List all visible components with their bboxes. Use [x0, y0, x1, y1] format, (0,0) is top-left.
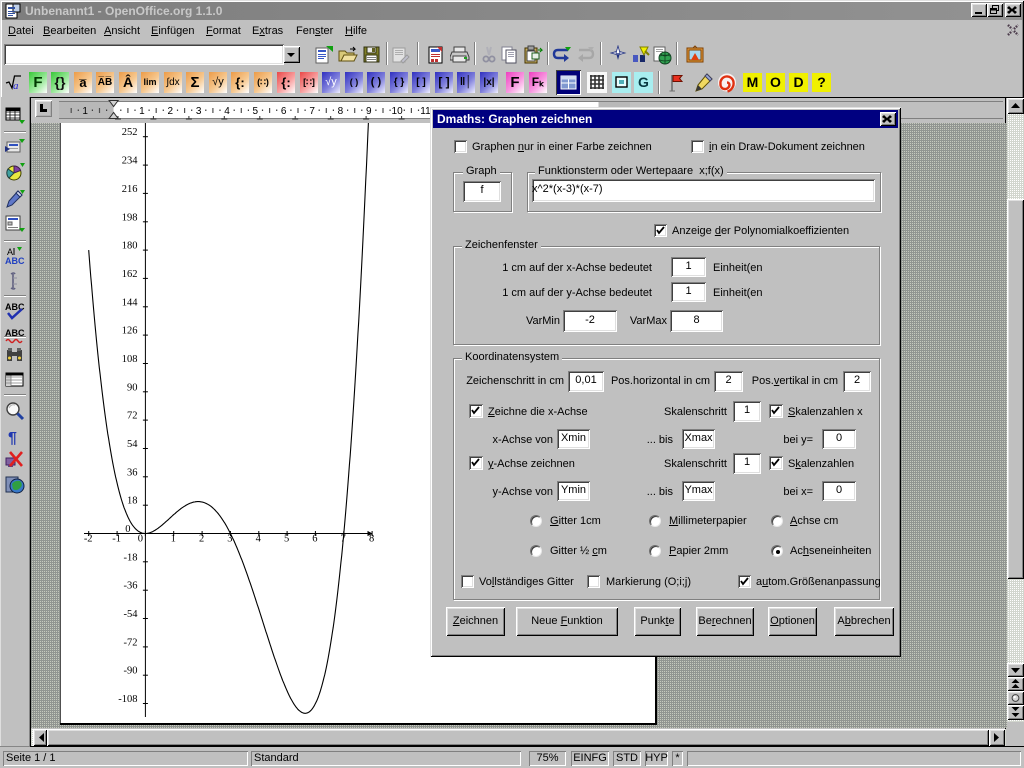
svg-text:252: 252	[122, 127, 138, 138]
svg-text:72: 72	[127, 411, 138, 422]
svg-text:5: 5	[284, 534, 289, 545]
svg-text:ABC: ABC	[5, 328, 25, 338]
svg-text:36: 36	[127, 467, 138, 478]
svg-text:5: 5	[253, 106, 259, 117]
svg-text:-90: -90	[124, 666, 138, 677]
svg-text:216: 216	[122, 184, 138, 195]
svg-text:6: 6	[312, 534, 317, 545]
svg-text:-18: -18	[124, 552, 138, 563]
svg-text:6: 6	[281, 106, 287, 117]
svg-text:1: 1	[139, 106, 145, 117]
svg-text:0: 0	[138, 534, 143, 545]
svg-text:1: 1	[171, 534, 176, 545]
svg-text:10: 10	[392, 106, 404, 117]
svg-text:-108: -108	[118, 694, 137, 705]
svg-text:3: 3	[196, 106, 202, 117]
svg-text:4: 4	[256, 534, 262, 545]
svg-text:-1: -1	[112, 534, 121, 545]
svg-text:a: a	[13, 80, 19, 92]
svg-text:ABC: ABC	[5, 256, 25, 266]
svg-text:8: 8	[369, 534, 374, 545]
svg-text:108: 108	[122, 354, 138, 365]
svg-text:162: 162	[122, 269, 138, 280]
svg-text:1: 1	[82, 106, 88, 117]
svg-text:198: 198	[122, 212, 138, 223]
svg-text:54: 54	[127, 439, 138, 450]
svg-text:144: 144	[122, 297, 139, 308]
svg-text:2: 2	[168, 106, 174, 117]
svg-text:18: 18	[127, 496, 138, 507]
svg-text:0: 0	[125, 524, 130, 535]
svg-text:2: 2	[199, 534, 204, 545]
svg-text:-36: -36	[124, 581, 138, 592]
svg-text:180: 180	[122, 241, 138, 252]
svg-text:8: 8	[338, 106, 344, 117]
svg-text:4: 4	[224, 106, 230, 117]
svg-text:90: 90	[127, 382, 138, 393]
svg-text:126: 126	[122, 326, 138, 337]
svg-text:-2: -2	[84, 534, 93, 545]
svg-text:9: 9	[366, 106, 372, 117]
svg-text:-72: -72	[124, 637, 138, 648]
svg-text:7: 7	[309, 106, 315, 117]
svg-text:234: 234	[122, 156, 139, 167]
svg-text:-54: -54	[124, 609, 139, 620]
svg-text:¶: ¶	[8, 430, 17, 447]
